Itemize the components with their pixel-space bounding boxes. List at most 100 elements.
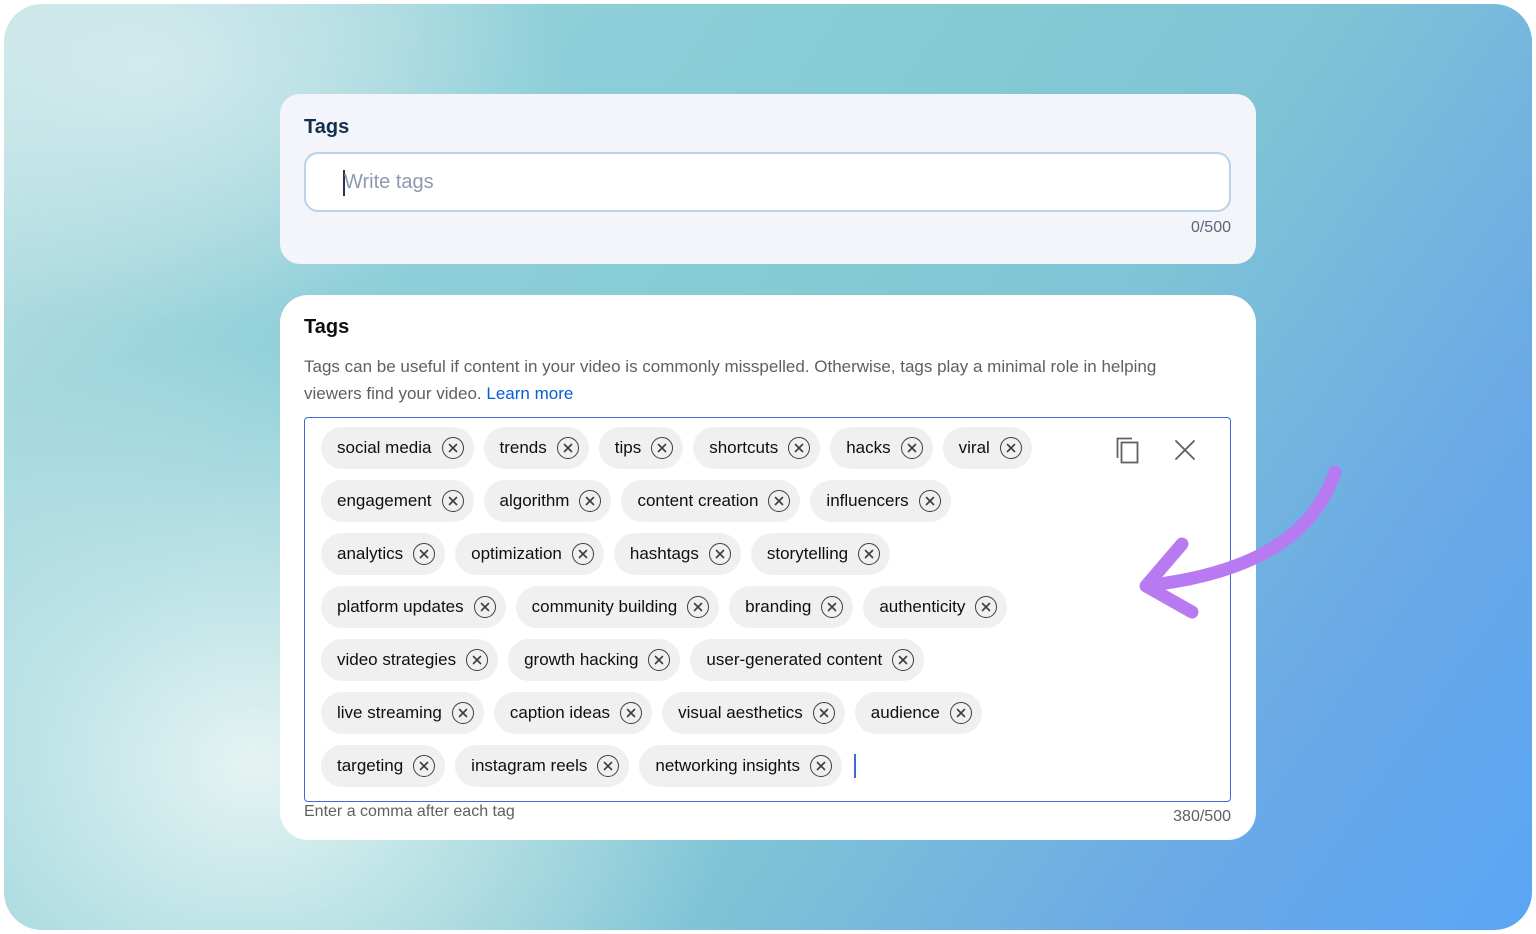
remove-tag-icon[interactable] xyxy=(648,649,671,671)
remove-tag-icon[interactable] xyxy=(556,437,579,459)
tag-chip-label: viral xyxy=(958,438,990,457)
remove-tag-icon[interactable] xyxy=(466,649,489,671)
tag-chip-label: trends xyxy=(499,438,547,457)
tag-chip: community building xyxy=(515,586,720,628)
remove-tag-icon[interactable] xyxy=(571,543,594,565)
tag-chip: authenticity xyxy=(863,586,1008,628)
clear-all-tags-button[interactable] xyxy=(1173,438,1197,462)
tag-chip-label: hacks xyxy=(846,438,891,457)
tags-description: Tags can be useful if content in your vi… xyxy=(304,353,1204,407)
tag-chip: networking insights xyxy=(639,745,842,787)
remove-tag-icon[interactable] xyxy=(413,543,436,565)
tag-chip-label: engagement xyxy=(337,491,432,510)
tag-chip-label: influencers xyxy=(826,491,909,510)
tag-chip-label: social media xyxy=(337,438,432,457)
remove-tag-icon[interactable] xyxy=(975,596,998,618)
tag-chip: platform updates xyxy=(321,586,506,628)
tags-description-text: Tags can be useful if content in your vi… xyxy=(304,357,1157,403)
tag-chip-list: social media trends tips shortcuts hacks vira… xyxy=(321,427,1081,787)
tag-chip-label: live streaming xyxy=(337,703,442,722)
tag-chip-label: shortcuts xyxy=(709,438,779,457)
remove-tag-icon[interactable] xyxy=(579,490,602,512)
tag-chip-label: content creation xyxy=(637,491,759,510)
tag-chip-label: growth hacking xyxy=(524,650,639,669)
tag-chip: tips xyxy=(598,427,684,469)
tag-chip: user-generated content xyxy=(690,639,925,681)
tag-chip-label: platform updates xyxy=(337,597,464,616)
tag-chip: video strategies xyxy=(321,639,499,681)
remove-tag-icon[interactable] xyxy=(597,755,620,777)
tag-chip: audience xyxy=(854,692,982,734)
tag-chip: instagram reels xyxy=(455,745,630,787)
tag-chip: social media xyxy=(321,427,474,469)
remove-tag-icon[interactable] xyxy=(900,437,923,459)
tag-chip: influencers xyxy=(810,480,951,522)
close-icon xyxy=(1175,440,1195,460)
tag-chip: hashtags xyxy=(613,533,741,575)
remove-tag-icon[interactable] xyxy=(473,596,496,618)
remove-tag-icon[interactable] xyxy=(413,755,436,777)
tag-chip-label: tips xyxy=(614,438,642,457)
tag-chip-label: instagram reels xyxy=(471,756,588,775)
tag-chip: algorithm xyxy=(483,480,612,522)
curved-arrow-icon xyxy=(1139,465,1342,619)
tag-chip: storytelling xyxy=(750,533,891,575)
remove-tag-icon[interactable] xyxy=(768,490,791,512)
tag-chip: growth hacking xyxy=(508,639,681,681)
tag-chip: hacks xyxy=(830,427,933,469)
remove-tag-icon[interactable] xyxy=(918,490,941,512)
remove-tag-icon[interactable] xyxy=(451,702,474,724)
tag-chip: analytics xyxy=(321,533,446,575)
tag-chip-label: community building xyxy=(531,597,678,616)
tag-chip: visual aesthetics xyxy=(662,692,845,734)
remove-tag-icon[interactable] xyxy=(858,543,881,565)
tag-chip: caption ideas xyxy=(493,692,653,734)
remove-tag-icon[interactable] xyxy=(812,702,835,724)
tag-chip: live streaming xyxy=(321,692,484,734)
remove-tag-icon[interactable] xyxy=(441,490,464,512)
tag-chip-label: networking insights xyxy=(655,756,800,775)
tag-chip-label: storytelling xyxy=(766,544,849,563)
tag-chip: branding xyxy=(729,586,854,628)
write-tags-input[interactable]: Write tags xyxy=(304,152,1231,212)
remove-tag-icon[interactable] xyxy=(821,596,844,618)
tags-input-card: Tags Write tags 0/500 xyxy=(280,94,1256,264)
tag-chip-label: optimization xyxy=(471,544,562,563)
tag-chip: trends xyxy=(483,427,589,469)
tag-chip: content creation xyxy=(621,480,801,522)
remove-tag-icon[interactable] xyxy=(999,437,1022,459)
write-tags-placeholder: Write tags xyxy=(344,171,434,193)
copy-tags-button[interactable] xyxy=(1115,436,1141,464)
text-caret xyxy=(853,754,856,778)
tag-chip-label: analytics xyxy=(337,544,404,563)
tags-hint: Enter a comma after each tag xyxy=(304,803,515,820)
tag-chip-label: branding xyxy=(745,597,812,616)
remove-tag-icon[interactable] xyxy=(809,755,832,777)
remove-tag-icon[interactable] xyxy=(441,437,464,459)
tag-chip-label: targeting xyxy=(337,756,404,775)
remove-tag-icon[interactable] xyxy=(620,702,643,724)
remove-tag-icon[interactable] xyxy=(687,596,710,618)
remove-tag-icon[interactable] xyxy=(949,702,972,724)
tag-chip-label: user-generated content xyxy=(706,650,883,669)
tags-field[interactable]: social media trends tips shortcuts hacks vira… xyxy=(304,417,1231,802)
copy-icon xyxy=(1116,437,1139,464)
tags-card-title: Tags xyxy=(304,316,350,338)
tag-chip-label: video strategies xyxy=(337,650,457,669)
remove-tag-icon[interactable] xyxy=(788,437,811,459)
tag-chip-label: caption ideas xyxy=(509,703,611,722)
tag-chip: viral xyxy=(942,427,1032,469)
remove-tag-icon[interactable] xyxy=(708,543,731,565)
tags-card: Tags Tags can be useful if content in yo… xyxy=(280,295,1256,840)
remove-tag-icon[interactable] xyxy=(651,437,674,459)
tag-chip: optimization xyxy=(455,533,604,575)
character-counter: 0/500 xyxy=(1190,219,1231,236)
remove-tag-icon[interactable] xyxy=(892,649,915,671)
tag-chip: shortcuts xyxy=(693,427,821,469)
tag-chip: targeting xyxy=(321,745,446,787)
tag-chip-label: algorithm xyxy=(499,491,570,510)
tag-chip: engagement xyxy=(321,480,474,522)
learn-more-link[interactable]: Learn more xyxy=(486,384,573,403)
tags-input-title: Tags xyxy=(304,116,350,138)
tag-chip-label: authenticity xyxy=(879,597,966,616)
